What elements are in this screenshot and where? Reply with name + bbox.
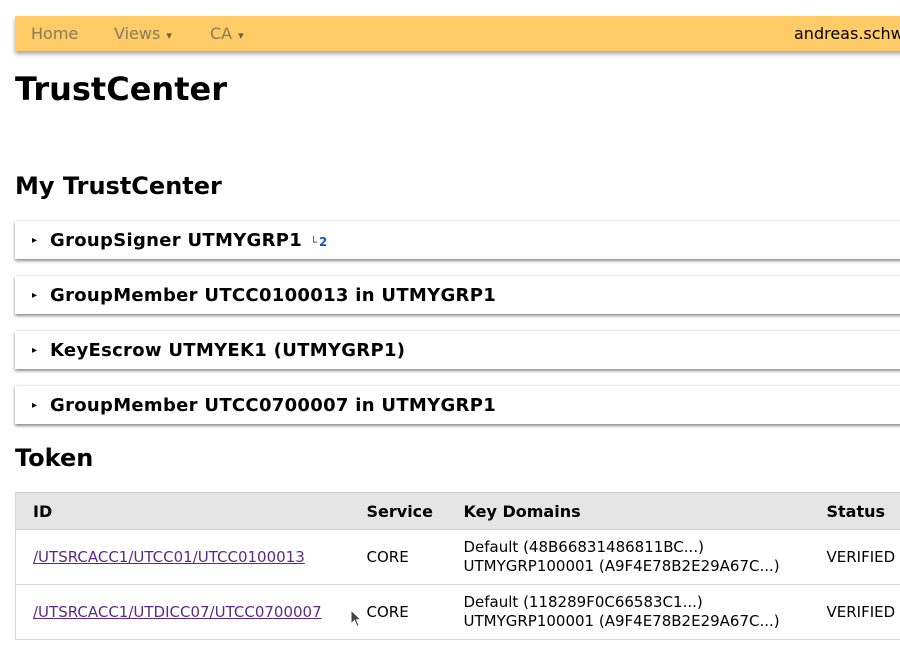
column-header-status[interactable]: Status [809,492,900,530]
triangle-right-icon: ▸ [32,290,38,301]
key-domain-entry: UTMYGRP100001 (A9F4E78B2E29A67C...) [463,557,780,575]
token-id-link[interactable]: /UTSRCACC1/UTDICC07/UTCC0700007 [33,603,322,621]
service-cell: CORE [349,584,447,640]
nav-home[interactable]: Home [31,16,78,51]
triangle-right-icon: ▸ [32,345,38,356]
token-table: ID Service Key Domains Status /UTSRCACC1… [15,492,900,640]
member-count-badge: └ 2 [310,235,328,249]
panel-groupsigner[interactable]: ▸ GroupSigner UTMYGRP1 └ 2 [15,221,900,259]
nav-ca-label: CA [210,24,233,43]
panel-title: GroupMember UTCC0700007 in UTMYGRP1 [50,395,497,416]
chevron-down-icon: ▾ [238,29,244,42]
panel-keyescrow[interactable]: ▸ KeyEscrow UTMYEK1 (UTMYGRP1) [15,331,900,369]
nav-user-menu[interactable]: andreas.schw [794,16,900,51]
section-title-my-trustcenter: My TrustCenter [15,172,222,200]
triangle-right-icon: ▸ [32,235,38,246]
mouse-cursor-icon [350,609,362,628]
column-header-service[interactable]: Service [349,492,447,530]
trustcenter-page: Home Views ▾ CA ▾ andreas.schw TrustCenter… [0,0,900,650]
triangle-right-icon: ▸ [32,400,38,411]
chevron-down-icon: ▾ [166,29,172,42]
top-navbar: Home Views ▾ CA ▾ andreas.schw [15,16,900,51]
panel-groupmember-utcc0700007[interactable]: ▸ GroupMember UTCC0700007 in UTMYGRP1 [15,386,900,424]
table-row: /UTSRCACC1/UTDICC07/UTCC0700007 CORE Def… [15,584,900,640]
member-count: 2 [319,235,328,249]
key-domain-entry: UTMYGRP100001 (A9F4E78B2E29A67C...) [463,612,780,630]
subtree-hook-icon: └ [310,236,318,249]
token-id-cell: /UTSRCACC1/UTCC01/UTCC0100013 [15,529,350,585]
nav-views-menu[interactable]: Views ▾ [114,16,172,51]
section-title-token: Token [15,444,94,472]
status-cell: VERIFIED [809,584,900,640]
status-cell: VERIFIED [809,529,900,585]
nav-ca-menu[interactable]: CA ▾ [210,16,244,51]
service-cell: CORE [349,529,447,585]
panel-title: GroupSigner UTMYGRP1 [50,230,303,251]
column-header-id[interactable]: ID [15,492,350,530]
token-id-link[interactable]: /UTSRCACC1/UTCC01/UTCC0100013 [33,548,305,566]
token-id-cell: /UTSRCACC1/UTDICC07/UTCC0700007 [15,584,350,640]
key-domains-cell: Default (118289F0C66583C1...) UTMYGRP100… [446,584,810,640]
key-domains-cell: Default (48B66831486811BC...) UTMYGRP100… [446,529,810,585]
key-domain-entry: Default (118289F0C66583C1...) [463,593,703,611]
column-header-key-domains[interactable]: Key Domains [446,492,810,530]
page-title: TrustCenter [15,70,227,108]
panel-groupmember-utcc0100013[interactable]: ▸ GroupMember UTCC0100013 in UTMYGRP1 [15,276,900,314]
table-row: /UTSRCACC1/UTCC01/UTCC0100013 CORE Defau… [15,529,900,585]
panel-title: GroupMember UTCC0100013 in UTMYGRP1 [50,285,497,306]
key-domain-entry: Default (48B66831486811BC...) [463,538,704,556]
panel-title: KeyEscrow UTMYEK1 (UTMYGRP1) [50,340,406,361]
table-header-row: ID Service Key Domains Status [15,492,900,530]
nav-views-label: Views [114,24,161,43]
